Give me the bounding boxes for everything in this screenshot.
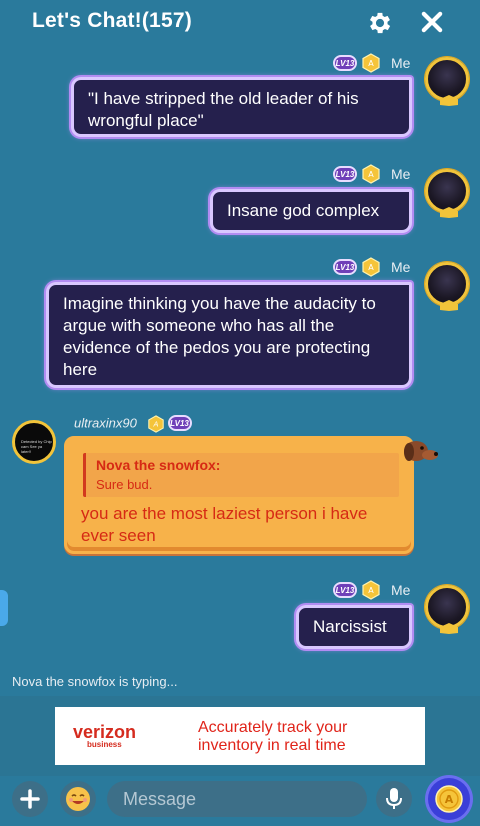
gear-icon[interactable]: [366, 9, 394, 37]
chat-title: Let's Chat!(157): [32, 9, 192, 32]
level-badge: LV13: [167, 415, 192, 431]
avatar-badge-icon: [440, 623, 458, 634]
avatar[interactable]: Detected by Chip cam See ya later!!: [12, 420, 56, 464]
level-badge: LV13: [333, 166, 357, 182]
message-bubble[interactable]: Insane god complex: [210, 189, 412, 233]
svg-text:A: A: [368, 59, 374, 68]
avatar[interactable]: [425, 169, 469, 218]
avatar-badge-icon: [440, 300, 458, 311]
typing-indicator: Nova the snowfox is typing...: [12, 674, 178, 689]
avatar[interactable]: [425, 585, 469, 634]
message-text: you are the most laziest person i have e…: [81, 504, 368, 545]
message-input[interactable]: [107, 781, 367, 817]
title-badge-icon: A: [361, 580, 381, 600]
voice-button[interactable]: [376, 781, 412, 817]
ad-banner[interactable]: verizon business Accurately track your i…: [55, 707, 425, 765]
svg-text:A: A: [368, 263, 374, 272]
title-badge-icon: A: [361, 164, 381, 184]
reply-quote[interactable]: Nova the snowfox: Sure bud.: [83, 453, 399, 497]
avatar[interactable]: [425, 57, 469, 106]
ad-brand-sub: business: [87, 740, 122, 749]
sender-name: Me: [391, 55, 411, 71]
avatar-badge-icon: [440, 95, 458, 106]
avatar-caption: Detected by Chip cam See ya later!!: [21, 439, 52, 454]
message-meta: LV13 A Me: [333, 257, 410, 277]
svg-text:A: A: [445, 793, 454, 806]
level-badge: LV13: [333, 55, 357, 71]
message-text: Imagine thinking you have the audacity t…: [63, 294, 376, 379]
svg-text:A: A: [368, 170, 374, 179]
title-badge-icon: A: [361, 257, 381, 277]
ad-brand: verizon: [73, 722, 137, 742]
avatar-badge-icon: [440, 207, 458, 218]
sender-name: Me: [391, 582, 411, 598]
message-bubble[interactable]: Nova the snowfox: Sure bud. you are the …: [64, 436, 414, 554]
svg-text:A: A: [368, 586, 374, 595]
title-badge-icon: A: [147, 415, 164, 433]
coin-icon: A: [435, 785, 463, 813]
message-bubble[interactable]: "I have stripped the old leader of his w…: [71, 77, 412, 137]
add-attachment-button[interactable]: [12, 781, 48, 817]
message-text: Narcissist: [313, 617, 387, 636]
quote-text: Sure bud.: [96, 477, 153, 492]
message-meta: LV13 A Me: [333, 53, 410, 73]
sender-name: Me: [391, 259, 411, 275]
quote-sender: Nova the snowfox:: [96, 457, 221, 473]
message-bubble[interactable]: Narcissist: [296, 605, 412, 649]
ad-text: Accurately track your inventory in real …: [198, 719, 348, 754]
message-text: Insane god complex: [227, 201, 380, 220]
close-icon[interactable]: [418, 8, 446, 36]
side-drawer-handle[interactable]: [0, 590, 8, 626]
chat-header: Let's Chat!(157): [0, 0, 480, 44]
emoji-icon: [66, 787, 90, 811]
message-text: "I have stripped the old leader of his w…: [88, 89, 359, 130]
title-badge-icon: A: [361, 53, 381, 73]
sender-name: Me: [391, 166, 411, 182]
level-badge: LV13: [333, 582, 357, 598]
message-meta: LV13 A Me: [333, 580, 410, 600]
microphone-icon: [386, 788, 402, 809]
svg-text:A: A: [152, 420, 158, 429]
message-bubble[interactable]: Imagine thinking you have the audacity t…: [46, 282, 412, 388]
sender-name[interactable]: ultraxinx90 A LV13: [74, 415, 192, 433]
level-badge: LV13: [333, 259, 357, 275]
plus-icon: [20, 789, 40, 809]
message-meta: LV13 A Me: [333, 164, 410, 184]
dog-sticker-icon: [404, 441, 438, 461]
emoji-button[interactable]: [60, 781, 96, 817]
avatar[interactable]: [425, 262, 469, 311]
coin-button[interactable]: A: [428, 778, 470, 820]
